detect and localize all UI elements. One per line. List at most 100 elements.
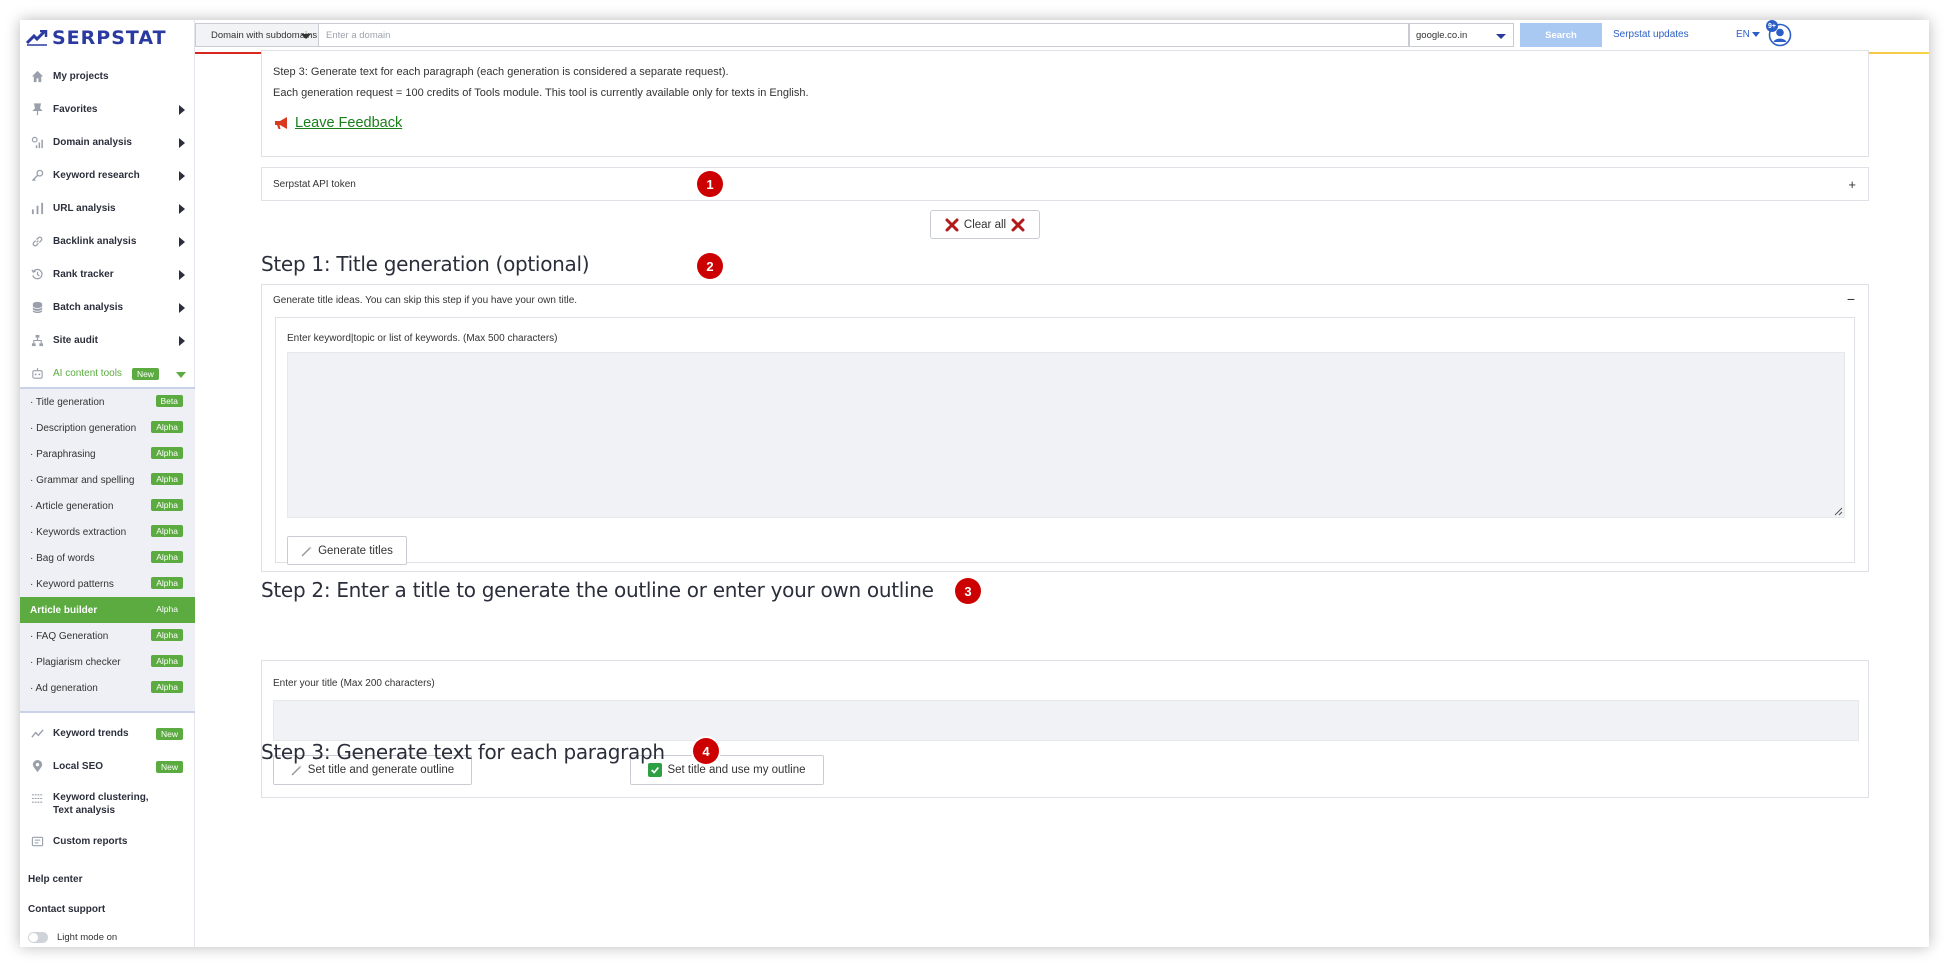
magic-wand-icon — [301, 545, 313, 557]
collapse-icon[interactable]: − — [1847, 291, 1855, 307]
search-engine-value: google.co.in — [1416, 29, 1468, 41]
ai-tools-submenu: · Title generation Beta · Description gen… — [20, 387, 195, 713]
help-center-link[interactable]: Help center — [20, 864, 195, 894]
marker-3: 3 — [955, 578, 981, 604]
sidebar-item-label: Site audit — [53, 335, 99, 346]
subitem-label: · Plagiarism checker — [30, 656, 121, 668]
magic-wand-icon — [291, 765, 302, 776]
sidebar-item-batch-analysis[interactable]: Batch analysis — [20, 291, 195, 324]
alpha-badge: Alpha — [151, 473, 183, 485]
title-input[interactable] — [273, 700, 1859, 741]
api-token-accordion[interactable]: Serpstat API token + — [261, 167, 1869, 201]
title-input-label: Enter your title (Max 200 characters) — [273, 678, 435, 689]
sidebar-subitem-article-generation[interactable]: · Article generation Alpha — [20, 493, 195, 519]
generate-titles-button[interactable]: Generate titles — [287, 536, 407, 565]
sidebar-subitem-title-generation[interactable]: · Title generation Beta — [20, 389, 195, 415]
pin-icon — [30, 103, 44, 117]
green-check-icon — [648, 763, 663, 777]
subitem-label: · Keywords extraction — [30, 526, 127, 538]
set-title-generate-label: Set title and generate outline — [307, 764, 455, 776]
sidebar-item-keyword-trends[interactable]: Keyword trends New — [20, 717, 195, 750]
sidebar-subitem-description-generation[interactable]: · Description generation Alpha — [20, 415, 195, 441]
sidebar-item-url-analysis[interactable]: URL analysis — [20, 192, 195, 225]
resize-grip-icon[interactable] — [1833, 506, 1843, 516]
clear-all-button[interactable]: Clear all — [930, 210, 1040, 239]
sidebar-item-custom-reports[interactable]: Custom reports — [20, 825, 195, 858]
caret-down-icon — [1751, 31, 1760, 37]
alpha-badge: Alpha — [151, 655, 183, 667]
domain-icon — [30, 136, 44, 150]
sidebar-item-local-seo[interactable]: Local SEO New — [20, 750, 195, 783]
sidebar-item-ai-content-tools[interactable]: AI content tools New — [20, 357, 195, 390]
subitem-label: · Ad generation — [30, 682, 98, 694]
alpha-badge: Alpha — [151, 447, 183, 459]
sidebar-item-keyword-research[interactable]: Keyword research — [20, 159, 195, 192]
alpha-badge: Alpha — [151, 681, 183, 693]
serpstat-updates-link[interactable]: Serpstat updates — [1613, 29, 1689, 40]
keyword-input-label: Enter keyword|topic or list of keywords.… — [287, 333, 558, 344]
sidebar-item-label: My projects — [53, 71, 109, 82]
sidebar-subitem-paraphrasing[interactable]: · Paraphrasing Alpha — [20, 441, 195, 467]
step2-heading: Step 2: Enter a title to generate the ou… — [261, 578, 934, 602]
chevron-right-icon — [179, 171, 185, 181]
serpstat-logo[interactable]: SERPSTAT — [26, 27, 167, 49]
domain-type-dropdown[interactable]: Domain with subdomains — [195, 23, 319, 47]
keyword-input-panel: Enter keyword|topic or list of keywords.… — [275, 317, 1855, 565]
sidebar-item-label: Batch analysis — [53, 302, 124, 313]
sidebar-item-label: URL analysis — [53, 203, 116, 214]
subitem-label: · Paraphrasing — [30, 448, 96, 460]
sidebar-item-my-projects[interactable]: My projects — [20, 60, 195, 93]
alpha-badge: Alpha — [151, 421, 183, 433]
light-mode-toggle[interactable] — [28, 931, 48, 943]
marker-2: 2 — [697, 253, 723, 279]
marker-4: 4 — [693, 738, 719, 764]
alpha-badge: Alpha — [151, 525, 183, 537]
sidebar-item-keyword-clustering[interactable]: Keyword clustering, Text analysis — [20, 783, 195, 825]
sidebar-subitem-grammar-spelling[interactable]: · Grammar and spelling Alpha — [20, 467, 195, 493]
alpha-badge: Alpha — [156, 604, 178, 614]
chevron-right-icon — [179, 336, 185, 346]
sidebar-subitem-plagiarism-checker[interactable]: · Plagiarism checker Alpha — [20, 649, 195, 675]
sidebar-item-domain-analysis[interactable]: Domain analysis — [20, 126, 195, 159]
sidebar-item-rank-tracker[interactable]: Rank tracker — [20, 258, 195, 291]
intro-line-2: Each generation request = 100 credits of… — [273, 87, 809, 99]
trend-icon — [30, 727, 44, 741]
leave-feedback-link[interactable]: Leave Feedback — [273, 115, 402, 131]
main-content: Step 3: Generate text for each paragraph… — [195, 50, 1929, 947]
intro-line-1: Step 3: Generate text for each paragraph… — [273, 66, 729, 78]
sidebar-item-backlink-analysis[interactable]: Backlink analysis — [20, 225, 195, 258]
sidebar-subitem-ad-generation[interactable]: · Ad generation Alpha — [20, 675, 195, 701]
sidebar-item-site-audit[interactable]: Site audit — [20, 324, 195, 357]
intro-box: Step 3: Generate text for each paragraph… — [261, 50, 1869, 157]
subitem-label: · Keyword patterns — [30, 578, 114, 590]
subitem-label: · Description generation — [30, 422, 137, 434]
key-icon — [30, 169, 44, 183]
sidebar-item-label: Custom reports — [53, 836, 128, 847]
sidebar-item-label: Backlink analysis — [53, 236, 137, 247]
sidebar: SERPSTAT My projects Favorites Domain an… — [20, 20, 195, 947]
contact-support-link[interactable]: Contact support — [20, 894, 195, 924]
main-nav: My projects Favorites Domain analysis Ke… — [20, 60, 195, 390]
api-token-label: Serpstat API token — [273, 178, 356, 190]
domain-search-input[interactable] — [319, 23, 1409, 47]
sidebar-subitem-keywords-extraction[interactable]: · Keywords extraction Alpha — [20, 519, 195, 545]
sidebar-subitem-article-builder[interactable]: Article builder Alpha — [20, 597, 195, 623]
clear-all-label: Clear all — [963, 218, 1007, 231]
alpha-badge: Alpha — [151, 629, 183, 641]
keyword-textarea[interactable] — [287, 352, 1845, 518]
marker-1: 1 — [697, 171, 723, 197]
bar-chart-icon — [30, 202, 44, 216]
light-mode-toggle-row: Light mode on — [20, 924, 195, 947]
beta-badge: Beta — [155, 395, 183, 407]
sidebar-item-label: Keyword research — [53, 170, 140, 181]
sidebar-subitem-faq-generation[interactable]: · FAQ Generation Alpha — [20, 623, 195, 649]
language-value: EN — [1736, 29, 1750, 40]
language-selector[interactable]: EN — [1736, 29, 1760, 40]
sidebar-item-favorites[interactable]: Favorites — [20, 93, 195, 126]
search-engine-dropdown[interactable]: google.co.in — [1409, 23, 1514, 47]
search-button[interactable]: Search — [1520, 23, 1602, 47]
subitem-label: · Grammar and spelling — [30, 474, 135, 486]
sidebar-subitem-bag-of-words[interactable]: · Bag of words Alpha — [20, 545, 195, 571]
secondary-nav: Keyword trends New Local SEO New Keyword… — [20, 717, 195, 947]
sidebar-subitem-keyword-patterns[interactable]: · Keyword patterns Alpha — [20, 571, 195, 597]
